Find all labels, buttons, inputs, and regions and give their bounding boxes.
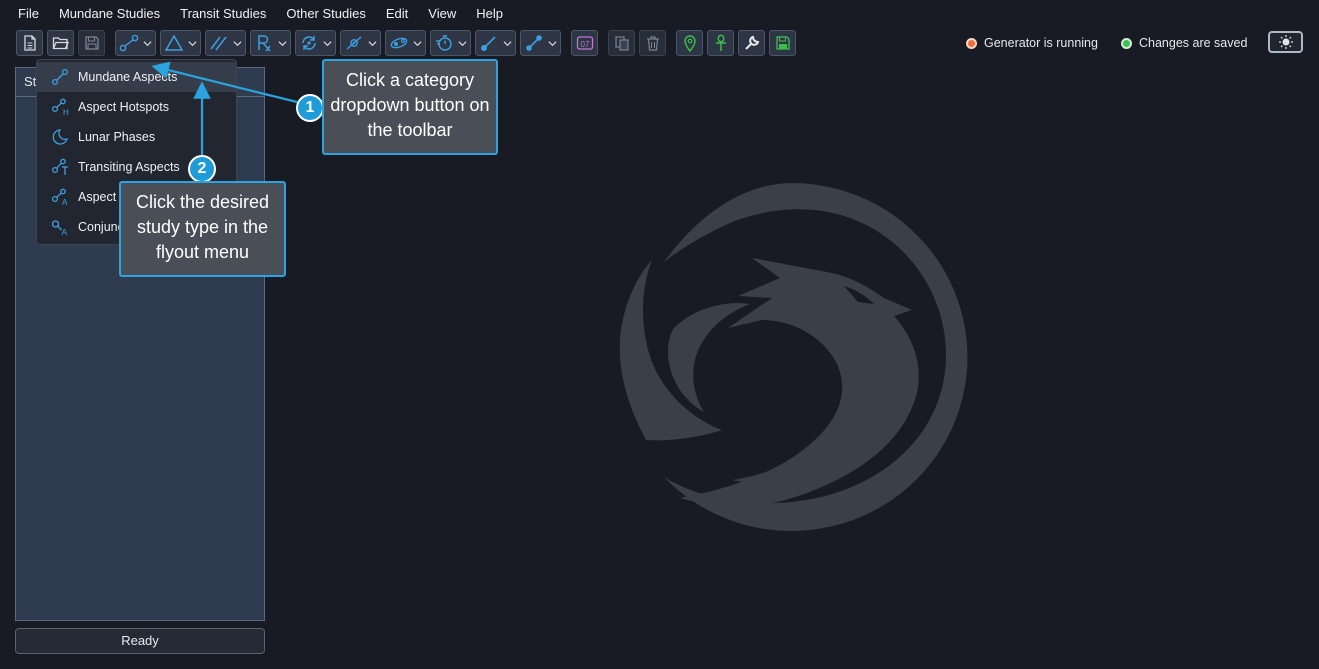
step-2-callout: Click the desired study type in the flyo… — [119, 181, 286, 277]
arrow-1 — [151, 61, 298, 104]
step-2-badge: 2 — [188, 155, 216, 183]
step-1-callout: Click a category dropdown button on the … — [322, 59, 498, 155]
step-1-badge: 1 — [296, 94, 324, 122]
callout-arrows — [151, 61, 298, 156]
